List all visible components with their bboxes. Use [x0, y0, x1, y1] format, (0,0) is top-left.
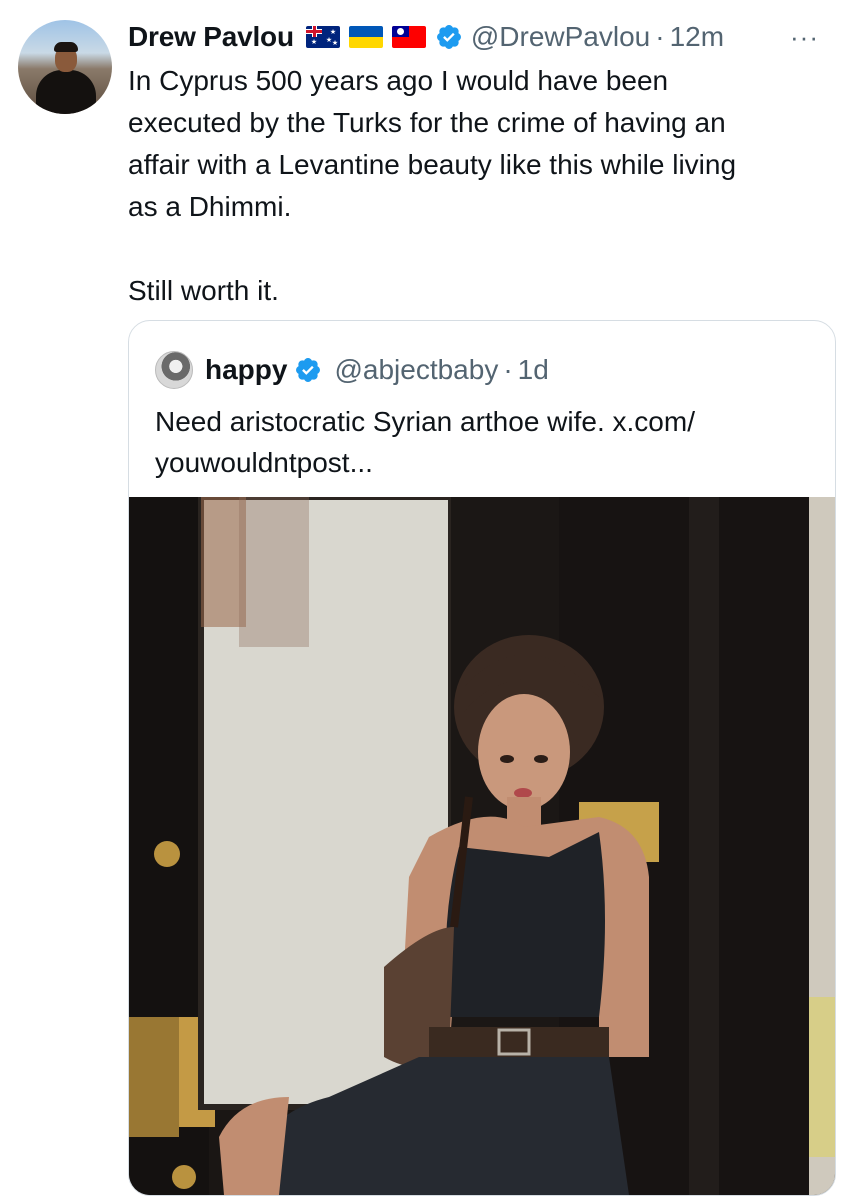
quoted-author-handle[interactable]: @abjectbaby: [334, 354, 498, 386]
taiwan-flag-icon: [391, 26, 426, 48]
tweet-text: In Cyprus 500 years ago I would have bee…: [128, 65, 737, 306]
verified-badge-icon: [296, 358, 321, 382]
quoted-author-name[interactable]: happy: [205, 354, 287, 386]
australia-flag-icon: ★ ★ ★ ★: [305, 26, 340, 48]
quoted-tweet-text: Need aristocratic Syrian arthoe wife. x.…: [155, 406, 695, 478]
ukraine-flag-icon: [348, 26, 383, 48]
quoted-tweet[interactable]: happy @abjectbaby · 1d Need aristocratic…: [128, 320, 836, 1196]
quoted-author-avatar[interactable]: [155, 351, 193, 389]
tweet[interactable]: Drew Pavlou ★ ★ ★ ★ @DrewPavlou · 12m ··…: [0, 0, 854, 1200]
quoted-tweet-header: happy @abjectbaby · 1d: [155, 351, 549, 389]
separator-dot: ·: [503, 354, 513, 385]
tweet-header: Drew Pavlou ★ ★ ★ ★ @DrewPavlou · 12m: [128, 17, 724, 57]
photo-illustration: [129, 497, 835, 1195]
author-name[interactable]: Drew Pavlou: [128, 21, 294, 53]
quoted-tweet-timestamp[interactable]: 1d: [518, 354, 549, 386]
separator-dot: ·: [655, 21, 665, 52]
author-avatar[interactable]: [18, 20, 112, 114]
verified-badge-icon: [436, 25, 461, 49]
more-options-icon[interactable]: ···: [790, 17, 819, 57]
quoted-tweet-photo[interactable]: [129, 497, 835, 1195]
tweet-timestamp[interactable]: 12m: [670, 21, 724, 53]
author-handle[interactable]: @DrewPavlou: [471, 21, 650, 53]
